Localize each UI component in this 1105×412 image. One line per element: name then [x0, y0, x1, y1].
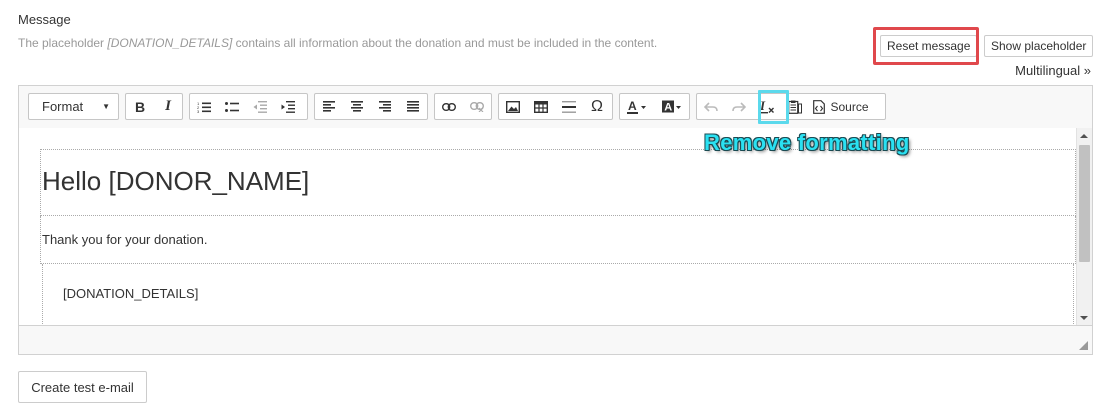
content-paragraph[interactable]: Thank you for your donation. [42, 232, 208, 247]
editor-content-area[interactable]: Hello [DONOR_NAME] Thank you for your do… [19, 128, 1076, 326]
hint-before: The placeholder [18, 36, 108, 50]
editor-toolbar: Format ▼ B I 123 Ω A A I Source [19, 86, 1092, 129]
horizontal-line-button[interactable] [555, 94, 583, 119]
omega-icon: Ω [591, 97, 603, 115]
link-group [434, 93, 492, 120]
horizontal-line-icon [562, 100, 576, 113]
resize-grip-icon[interactable] [1079, 341, 1088, 350]
bold-icon: B [134, 98, 146, 115]
undo-icon [704, 101, 718, 112]
align-right-icon [379, 101, 391, 112]
numbered-list-icon: 123 [197, 101, 211, 113]
redo-button[interactable] [725, 94, 753, 119]
image-icon [506, 100, 520, 113]
insert-group: Ω [498, 93, 613, 120]
bold-button[interactable]: B [126, 94, 154, 119]
undo-button[interactable] [697, 94, 725, 119]
text-color-button[interactable]: A [620, 94, 655, 119]
paragraph-block: Thank you for your donation. [40, 216, 1076, 264]
background-color-button[interactable]: A [655, 94, 690, 119]
redo-icon [732, 101, 746, 112]
source-button[interactable]: Source [809, 94, 873, 119]
bulleted-list-button[interactable] [218, 94, 246, 119]
heading-block: Hello [DONOR_NAME] [40, 149, 1076, 216]
color-group: A A [619, 93, 690, 120]
remove-formatting-annotation: Remove formatting [704, 130, 910, 155]
italic-icon: I [165, 98, 171, 114]
align-right-button[interactable] [371, 94, 399, 119]
format-label: Format [42, 99, 84, 114]
paste-text-icon [788, 100, 802, 114]
scroll-down-icon[interactable] [1080, 316, 1088, 320]
numbered-list-button[interactable]: 123 [190, 94, 218, 119]
format-group: Format ▼ [28, 93, 119, 120]
list-group: 123 [189, 93, 308, 120]
multilingual-link[interactable]: Multilingual » [1015, 63, 1091, 78]
unlink-button[interactable] [463, 94, 491, 119]
show-placeholder-button[interactable]: Show placeholder [984, 35, 1094, 57]
rich-text-editor: Format ▼ B I 123 Ω A A I Source Hello [D… [18, 85, 1093, 355]
text-color-icon: A [627, 100, 647, 114]
scroll-up-icon[interactable] [1080, 134, 1088, 138]
reset-highlight-box [873, 27, 979, 65]
editor-scrollbar[interactable] [1076, 128, 1092, 326]
table-icon [534, 100, 548, 113]
svg-text:A: A [628, 100, 637, 113]
outdent-icon [253, 100, 267, 113]
unlink-icon [470, 101, 484, 112]
background-color-icon: A [661, 100, 681, 113]
svg-text:3: 3 [197, 109, 200, 113]
justify-button[interactable] [399, 94, 427, 119]
hint-placeholder: [DONATION_DETAILS] [107, 36, 233, 50]
align-center-button[interactable] [343, 94, 371, 119]
image-button[interactable] [499, 94, 527, 119]
indent-button[interactable] [274, 94, 302, 119]
outdent-button[interactable] [246, 94, 274, 119]
indent-icon [281, 100, 295, 113]
italic-button[interactable]: I [154, 94, 182, 119]
source-icon [813, 99, 826, 114]
details-block: [DONATION_DETAILS] [42, 264, 1074, 326]
align-center-icon [351, 101, 363, 112]
hint-after: contains all information about the donat… [232, 36, 658, 50]
field-hint: The placeholder [DONATION_DETAILS] conta… [18, 36, 657, 50]
scroll-thumb[interactable] [1079, 145, 1090, 262]
link-icon [442, 102, 456, 111]
source-label: Source [830, 99, 869, 114]
format-dropdown[interactable]: Format ▼ [29, 99, 118, 114]
link-button[interactable] [435, 94, 463, 119]
align-left-button[interactable] [315, 94, 343, 119]
field-label: Message [18, 12, 71, 27]
caret-down-icon: ▼ [102, 102, 110, 111]
content-heading[interactable]: Hello [DONOR_NAME] [42, 166, 309, 197]
editor-status-bar [19, 325, 1092, 354]
bulleted-list-icon [225, 101, 239, 112]
align-left-icon [323, 101, 335, 112]
remove-format-highlight-box [758, 90, 789, 124]
basic-style-group: B I [125, 93, 183, 120]
content-details-placeholder[interactable]: [DONATION_DETAILS] [63, 286, 198, 301]
table-button[interactable] [527, 94, 555, 119]
misc-group: I Source [696, 93, 886, 120]
justify-icon [407, 101, 419, 112]
create-test-email-button[interactable]: Create test e-mail [18, 371, 147, 403]
align-group [314, 93, 428, 120]
svg-text:A: A [664, 101, 672, 113]
special-character-button[interactable]: Ω [583, 94, 611, 119]
